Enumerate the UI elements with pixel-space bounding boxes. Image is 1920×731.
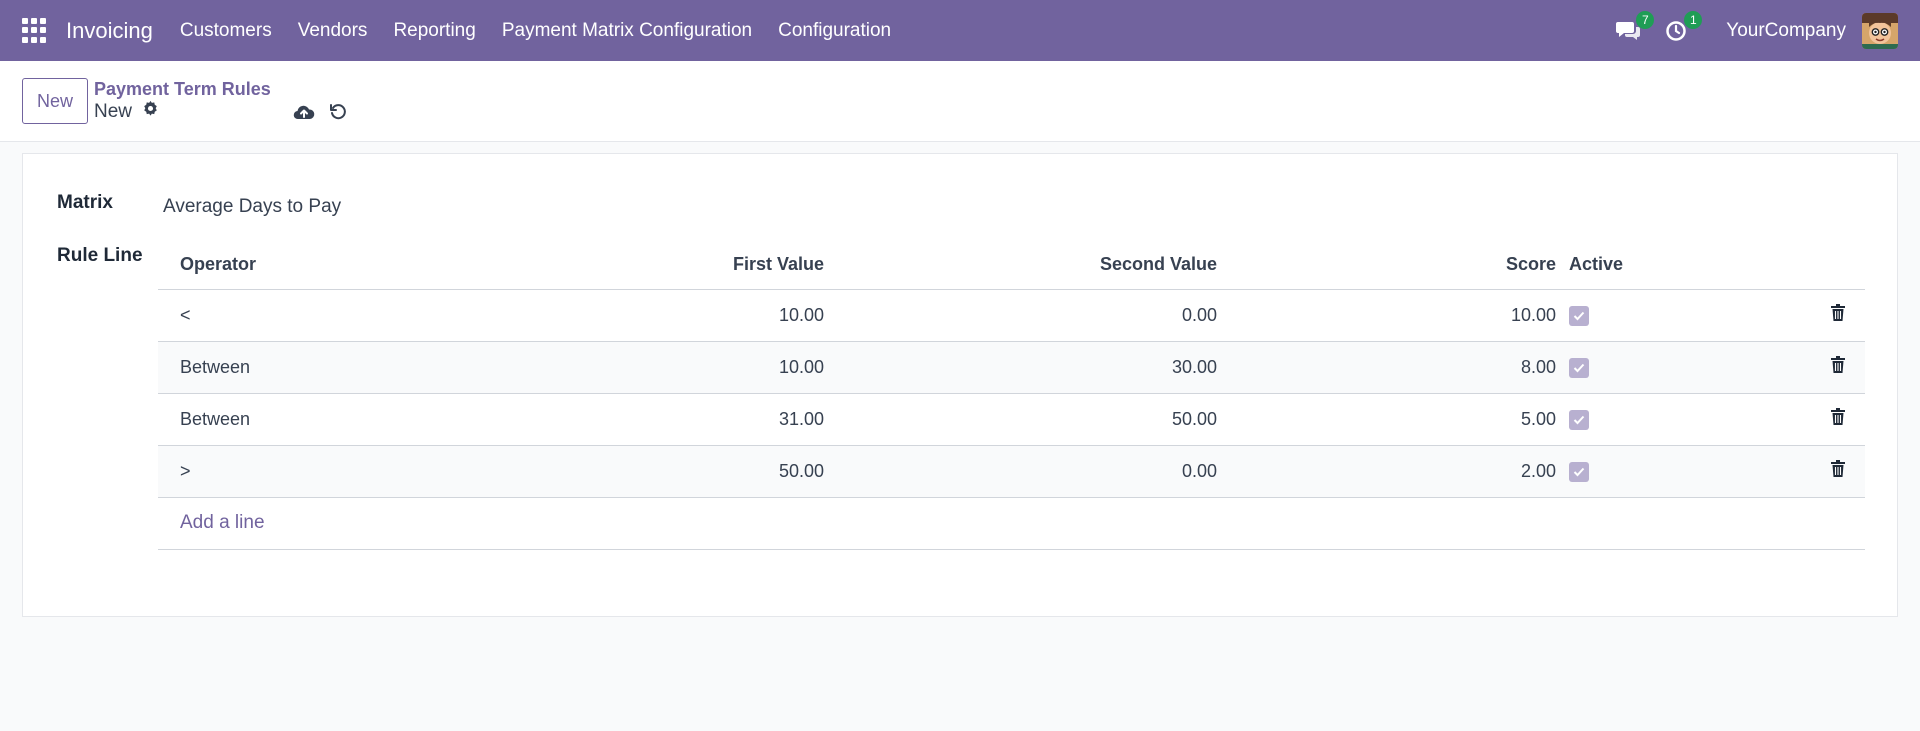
first-value-cell[interactable]: 10.00 [578,289,824,342]
rule-line-table: Operator First Value Second Value Score … [158,241,1865,550]
control-panel: New Payment Term Rules New [0,61,1920,142]
column-operator[interactable]: Operator [158,241,578,290]
messages-count-badge: 7 [1636,10,1655,29]
systray: 7 1 YourCompany [1614,10,1898,49]
second-value-cell[interactable]: 0.00 [824,289,1217,342]
form-actions [293,103,361,121]
active-checkbox[interactable] [1569,357,1589,378]
operator-cell[interactable]: > [158,445,578,498]
menu-customers[interactable]: Customers [167,20,285,42]
discard-icon[interactable] [329,103,347,121]
table-row[interactable]: Between 10.00 30.00 8.00 [158,341,1865,394]
trash-icon[interactable] [1831,304,1845,321]
matrix-label: Matrix [57,192,113,213]
table-row[interactable]: < 10.00 0.00 10.00 [158,289,1865,342]
first-value-cell[interactable]: 31.00 [578,393,824,446]
second-value-cell[interactable]: 50.00 [824,393,1217,446]
matrix-field[interactable]: Average Days to Pay [163,196,341,218]
column-second-value[interactable]: Second Value [824,241,1217,290]
first-value-cell[interactable]: 10.00 [578,341,824,394]
menu-configuration[interactable]: Configuration [765,20,904,42]
apps-grid-icon[interactable] [22,17,48,44]
add-a-line-link[interactable]: Add a line [180,512,265,533]
new-button[interactable]: New [22,78,89,124]
menu-vendors[interactable]: Vendors [285,20,381,42]
breadcrumb: Payment Term Rules New [94,78,271,124]
active-checkbox[interactable] [1569,305,1589,326]
form-sheet: Matrix Average Days to Pay Rule Line Ope… [22,153,1898,617]
first-value-cell[interactable]: 50.00 [578,445,824,498]
second-value-cell[interactable]: 0.00 [824,445,1217,498]
top-navbar: Invoicing Customers Vendors Reporting Pa… [0,0,1920,61]
active-checkbox[interactable] [1569,409,1589,430]
table-row[interactable]: Between 31.00 50.00 5.00 [158,393,1865,446]
user-avatar[interactable] [1862,12,1898,49]
cloud-upload-icon[interactable] [293,103,315,121]
messages-button[interactable]: 7 [1614,10,1655,45]
score-cell[interactable]: 10.00 [1217,289,1556,342]
operator-cell[interactable]: < [158,289,578,342]
trash-icon[interactable] [1831,356,1845,373]
app-name[interactable]: Invoicing [66,18,153,44]
column-score[interactable]: Score [1217,241,1556,290]
menu-reporting[interactable]: Reporting [380,20,488,42]
second-value-cell[interactable]: 30.00 [824,341,1217,394]
menu-payment-matrix-configuration[interactable]: Payment Matrix Configuration [489,20,765,42]
trash-icon[interactable] [1831,408,1845,425]
column-first-value[interactable]: First Value [578,241,824,290]
trash-icon[interactable] [1831,460,1845,477]
table-row[interactable]: > 50.00 0.00 2.00 [158,445,1865,498]
score-cell[interactable]: 5.00 [1217,393,1556,446]
rule-line-label: Rule Line [57,245,143,266]
score-cell[interactable]: 8.00 [1217,341,1556,394]
activities-button[interactable]: 1 [1662,10,1703,45]
operator-cell[interactable]: Between [158,341,578,394]
breadcrumb-current: New [94,101,133,122]
company-switcher[interactable]: YourCompany [1726,20,1846,42]
operator-cell[interactable]: Between [158,393,578,446]
active-checkbox[interactable] [1569,461,1589,482]
add-line-row: Add a line [158,497,1865,550]
gear-icon[interactable] [142,100,159,124]
score-cell[interactable]: 2.00 [1217,445,1556,498]
column-delete [1776,241,1865,290]
activities-count-badge: 1 [1684,10,1703,29]
column-active[interactable]: Active [1556,241,1776,290]
breadcrumb-parent-link[interactable]: Payment Term Rules [94,78,271,100]
